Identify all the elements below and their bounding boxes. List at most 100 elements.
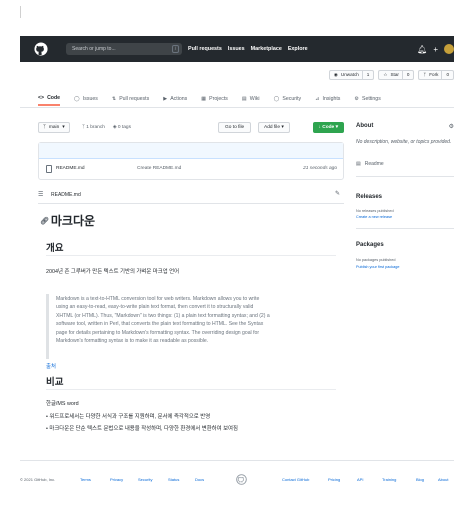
tab-issues-label: Issues — [82, 96, 98, 102]
footer-divider — [20, 460, 454, 461]
issue-icon: ◯ — [74, 96, 80, 102]
footer-link-security[interactable]: Security — [138, 477, 152, 482]
header-right: 🔔︎ + — [417, 36, 454, 62]
watch-count: 1 — [361, 71, 369, 79]
branch-icon: ᛉ — [43, 125, 46, 130]
footer-link-api[interactable]: API — [357, 477, 363, 482]
latest-commit-bar — [39, 143, 343, 159]
create-release-link[interactable]: Create a new release — [356, 215, 392, 219]
section-heading-compare: 비교 — [46, 377, 64, 388]
footer-link-status[interactable]: Status — [168, 477, 179, 482]
chevron-down-icon: ▾ — [62, 125, 65, 130]
add-file-label: Add file — [264, 125, 280, 130]
commit-age: 21 seconds ago — [303, 166, 337, 171]
packages-title[interactable]: Packages — [356, 242, 384, 248]
footer-link-pricing[interactable]: Pricing — [328, 477, 340, 482]
search-placeholder: Search or jump to... — [72, 46, 116, 52]
tab-insights-label: Insights — [322, 96, 341, 102]
commit-message[interactable]: Create README.md — [137, 166, 181, 171]
code-download-button[interactable]: ↓ Code ▾ — [312, 122, 344, 133]
nav-marketplace[interactable]: Marketplace — [251, 46, 282, 52]
tags-link[interactable]: ◈ 0 tags — [113, 122, 131, 133]
quote-line: XHTML (or HTML). Thus, "Markdown" is two… — [56, 312, 270, 319]
footer-link-terms[interactable]: Terms — [80, 477, 91, 482]
tab-issues[interactable]: ◯ Issues — [74, 92, 98, 106]
footer-link-about[interactable]: About — [438, 477, 448, 482]
github-mark-icon[interactable] — [236, 474, 247, 485]
footer-link-privacy[interactable]: Privacy — [110, 477, 123, 482]
project-board-icon: ▦ — [201, 96, 207, 102]
edit-pencil-icon[interactable]: ✎ — [335, 190, 340, 197]
nav-pull-requests[interactable]: Pull requests — [188, 46, 222, 52]
quote-line: using an easy-to-read, easy-to-write pla… — [56, 304, 254, 311]
branches-link[interactable]: ᛉ 1 branch — [82, 122, 105, 133]
tab-code[interactable]: <> Code — [38, 92, 61, 106]
overview-text: 2004년 존 그루버가 만든 텍스트 기반의 가벼운 마크업 언어 — [46, 269, 180, 275]
create-new-plus-icon[interactable]: + — [433, 45, 438, 54]
gear-icon[interactable]: ⚙ — [449, 123, 454, 130]
link-anchor-icon[interactable]: 🔗︎ — [40, 217, 49, 225]
section-heading-overview: 개요 — [46, 243, 64, 254]
book-icon: ▤ — [241, 96, 247, 102]
fork-label: Fork — [429, 72, 439, 77]
quote-line: page for details pertaining to Markdown'… — [56, 329, 260, 336]
divider — [20, 6, 21, 18]
packages-empty-text: No packages published — [356, 258, 396, 262]
releases-title[interactable]: Releases — [356, 194, 382, 200]
nav-issues[interactable]: Issues — [228, 46, 245, 52]
play-icon: ▶ — [163, 96, 168, 102]
tab-settings[interactable]: ⚙ Settings — [354, 92, 380, 106]
repo-sidebar: About ⚙ No description, website, or topi… — [356, 118, 454, 278]
tab-actions[interactable]: ▶ Actions — [163, 92, 187, 106]
footer-link-training[interactable]: Training — [382, 477, 396, 482]
star-label: Star — [390, 72, 399, 77]
tab-security-label: Security — [282, 96, 302, 102]
readme-link[interactable]: ▤ Readme — [356, 161, 384, 167]
global-nav: Pull requests Issues Marketplace Explore — [188, 36, 308, 62]
file-list: README.md Create README.md 21 seconds ag… — [38, 142, 344, 180]
footer: © 2021 GitHub, Inc. Terms Privacy Securi… — [20, 474, 454, 486]
file-name[interactable]: README.md — [56, 166, 85, 171]
go-to-file-button[interactable]: Go to file — [218, 122, 252, 133]
quote-line: Markdown's formatting syntax is to make … — [56, 338, 209, 345]
unwatch-button[interactable]: ◉ Unwatch 1 — [328, 70, 375, 80]
about-header: About ⚙ — [356, 123, 454, 130]
footer-link-contact[interactable]: Contact GitHub — [282, 477, 309, 482]
code-icon: <> — [38, 95, 45, 101]
list-item: • 워드프로세서는 다양한 서식과 구조를 지원하며, 문서에 즉각적으로 반영 — [46, 414, 211, 420]
compare-intro: 한글/MS word — [46, 401, 79, 407]
readme-filename: README.md — [51, 192, 81, 198]
footer-link-blog[interactable]: Blog — [416, 477, 424, 482]
star-button[interactable]: ☆ Star 0 — [378, 70, 415, 80]
branch-select-button[interactable]: ᛉ main ▾ — [38, 122, 70, 133]
chevron-down-icon: ▾ — [281, 125, 284, 130]
tab-security[interactable]: ◯ Security — [274, 92, 302, 106]
pull-request-icon: ⇅ — [111, 96, 117, 102]
star-icon: ☆ — [383, 72, 388, 77]
repo-tabs: <> Code ◯ Issues ⇅ Pull requests ▶ Actio… — [38, 92, 381, 106]
github-logo-icon[interactable] — [34, 42, 48, 56]
notification-bell-icon[interactable]: 🔔︎ — [417, 45, 427, 54]
about-description: No description, website, or topics provi… — [356, 139, 452, 145]
unwatch-label: Unwatch — [340, 72, 359, 77]
blockquote: Markdown is a text-to-HTML conversion to… — [46, 294, 336, 359]
file-row[interactable]: README.md Create README.md 21 seconds ag… — [39, 159, 343, 180]
heading-divider — [46, 255, 336, 256]
fork-count: 0 — [441, 71, 449, 79]
tab-wiki[interactable]: ▤ Wiki — [242, 92, 260, 106]
tab-insights[interactable]: ⊿ Insights — [315, 92, 340, 106]
footer-link-docs[interactable]: Docs — [195, 477, 204, 482]
repo-actions: ◉ Unwatch 1 ☆ Star 0 ᛉ Fork 0 — [328, 70, 454, 80]
tab-code-label: Code — [47, 95, 61, 101]
source-link[interactable]: 출처 — [46, 362, 56, 370]
add-file-button[interactable]: Add file ▾ — [258, 122, 290, 133]
nav-explore[interactable]: Explore — [288, 46, 308, 52]
chevron-down-icon: ▾ — [335, 125, 338, 130]
search-input[interactable]: Search or jump to... / — [66, 43, 182, 55]
tab-projects[interactable]: ▦ Projects — [201, 92, 228, 106]
fork-button[interactable]: ᛉ Fork 0 — [418, 70, 454, 80]
publish-package-link[interactable]: Publish your first package — [356, 265, 399, 269]
tab-pull-requests[interactable]: ⇅ Pull requests — [112, 92, 149, 106]
list-icon: ☰ — [38, 192, 44, 198]
user-avatar[interactable] — [444, 44, 454, 54]
